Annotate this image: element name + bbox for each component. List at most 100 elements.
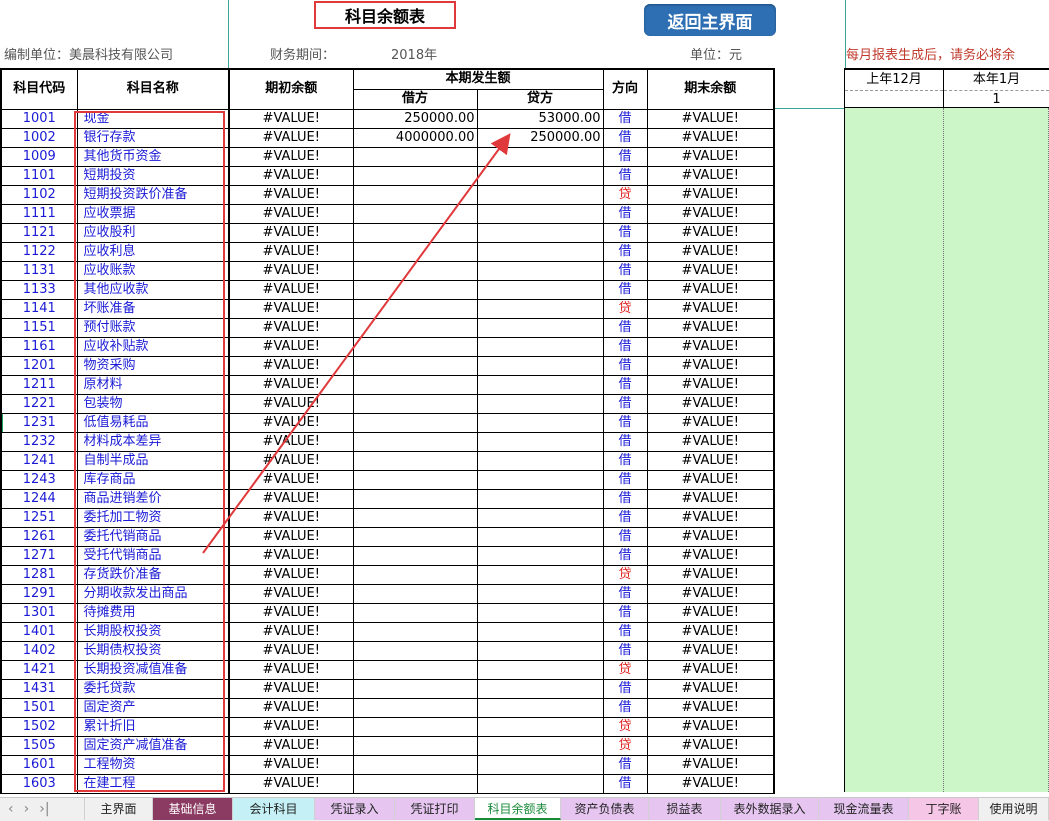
ending-balance[interactable]: #VALUE!	[646, 602, 775, 623]
account-code[interactable]: 1501	[0, 697, 78, 718]
debit-amount[interactable]	[352, 526, 478, 547]
direction[interactable]: 借	[602, 108, 648, 129]
account-code[interactable]: 1009	[0, 146, 78, 167]
ending-balance[interactable]: #VALUE!	[646, 583, 775, 604]
debit-amount[interactable]: 4000000.00	[352, 127, 478, 148]
ending-balance[interactable]: #VALUE!	[646, 754, 775, 775]
credit-amount[interactable]	[476, 279, 604, 300]
opening-balance[interactable]: #VALUE!	[228, 754, 354, 775]
prev-sheet-icon[interactable]: ‹	[8, 798, 14, 820]
account-name[interactable]: 固定资产减值准备	[76, 735, 230, 756]
direction[interactable]: 借	[602, 127, 648, 148]
account-code[interactable]: 1101	[0, 165, 78, 186]
ending-balance[interactable]: #VALUE!	[646, 317, 775, 338]
direction[interactable]: 借	[602, 241, 648, 262]
debit-amount[interactable]	[352, 317, 478, 338]
opening-balance[interactable]: #VALUE!	[228, 184, 354, 205]
ending-balance[interactable]: #VALUE!	[646, 184, 775, 205]
ending-balance[interactable]: #VALUE!	[646, 659, 775, 680]
ending-balance[interactable]: #VALUE!	[646, 279, 775, 300]
credit-amount[interactable]	[476, 165, 604, 186]
tab-6[interactable]: 资产负债表	[561, 798, 649, 820]
direction[interactable]: 借	[602, 431, 648, 452]
account-name[interactable]: 长期股权投资	[76, 621, 230, 642]
account-name[interactable]: 应收账款	[76, 260, 230, 281]
credit-amount[interactable]	[476, 317, 604, 338]
debit-amount[interactable]	[352, 507, 478, 528]
credit-amount[interactable]	[476, 621, 604, 642]
last-sheet-icon[interactable]: ›|	[39, 798, 49, 820]
ending-balance[interactable]: #VALUE!	[646, 108, 775, 129]
opening-balance[interactable]: #VALUE!	[228, 526, 354, 547]
ending-balance[interactable]: #VALUE!	[646, 393, 775, 414]
account-code[interactable]: 1502	[0, 716, 78, 737]
debit-amount[interactable]	[352, 260, 478, 281]
opening-balance[interactable]: #VALUE!	[228, 659, 354, 680]
opening-balance[interactable]: #VALUE!	[228, 279, 354, 300]
opening-balance[interactable]: #VALUE!	[228, 469, 354, 490]
account-name[interactable]: 现金	[76, 108, 230, 129]
tab-1[interactable]: 基础信息	[153, 798, 233, 820]
ending-balance[interactable]: #VALUE!	[646, 507, 775, 528]
ending-balance[interactable]: #VALUE!	[646, 773, 775, 794]
account-code[interactable]: 1211	[0, 374, 78, 395]
credit-amount[interactable]	[476, 241, 604, 262]
opening-balance[interactable]: #VALUE!	[228, 298, 354, 319]
credit-amount[interactable]	[476, 203, 604, 224]
ending-balance[interactable]: #VALUE!	[646, 716, 775, 737]
ending-balance[interactable]: #VALUE!	[646, 355, 775, 376]
credit-amount[interactable]	[476, 146, 604, 167]
tab-navigation[interactable]: ‹ › ›|	[0, 798, 85, 820]
credit-amount[interactable]: 53000.00	[476, 108, 604, 129]
debit-amount[interactable]	[352, 165, 478, 186]
credit-amount[interactable]	[476, 640, 604, 661]
account-name[interactable]: 银行存款	[76, 127, 230, 148]
ending-balance[interactable]: #VALUE!	[646, 127, 775, 148]
ending-balance[interactable]: #VALUE!	[646, 526, 775, 547]
direction[interactable]: 借	[602, 146, 648, 167]
credit-amount[interactable]	[476, 431, 604, 452]
ending-balance[interactable]: #VALUE!	[646, 374, 775, 395]
account-code[interactable]: 1151	[0, 317, 78, 338]
credit-amount[interactable]	[476, 393, 604, 414]
account-name[interactable]: 其他货币资金	[76, 146, 230, 167]
debit-amount[interactable]	[352, 564, 478, 585]
debit-amount[interactable]	[352, 754, 478, 775]
credit-amount[interactable]	[476, 526, 604, 547]
direction[interactable]: 借	[602, 374, 648, 395]
tab-8[interactable]: 表外数据录入	[721, 798, 819, 820]
direction[interactable]: 借	[602, 450, 648, 471]
account-name[interactable]: 物资采购	[76, 355, 230, 376]
credit-amount[interactable]: 250000.00	[476, 127, 604, 148]
ending-balance[interactable]: #VALUE!	[646, 336, 775, 357]
credit-amount[interactable]	[476, 583, 604, 604]
direction[interactable]: 借	[602, 165, 648, 186]
opening-balance[interactable]: #VALUE!	[228, 127, 354, 148]
account-code[interactable]: 1231	[0, 412, 78, 433]
opening-balance[interactable]: #VALUE!	[228, 602, 354, 623]
direction[interactable]: 贷	[602, 659, 648, 680]
account-code[interactable]: 1141	[0, 298, 78, 319]
credit-amount[interactable]	[476, 260, 604, 281]
ending-balance[interactable]: #VALUE!	[646, 450, 775, 471]
account-name[interactable]: 库存商品	[76, 469, 230, 490]
direction[interactable]: 借	[602, 773, 648, 794]
account-name[interactable]: 原材料	[76, 374, 230, 395]
account-name[interactable]: 商品进销差价	[76, 488, 230, 509]
direction[interactable]: 借	[602, 393, 648, 414]
account-code[interactable]: 1241	[0, 450, 78, 471]
debit-amount[interactable]	[352, 374, 478, 395]
opening-balance[interactable]: #VALUE!	[228, 621, 354, 642]
direction[interactable]: 借	[602, 507, 648, 528]
credit-amount[interactable]	[476, 469, 604, 490]
debit-amount[interactable]	[352, 716, 478, 737]
credit-amount[interactable]	[476, 222, 604, 243]
debit-amount[interactable]	[352, 602, 478, 623]
account-code[interactable]: 1001	[0, 108, 78, 129]
opening-balance[interactable]: #VALUE!	[228, 564, 354, 585]
opening-balance[interactable]: #VALUE!	[228, 241, 354, 262]
tab-3[interactable]: 凭证录入	[315, 798, 395, 820]
account-code[interactable]: 1431	[0, 678, 78, 699]
ending-balance[interactable]: #VALUE!	[646, 697, 775, 718]
account-code[interactable]: 1301	[0, 602, 78, 623]
